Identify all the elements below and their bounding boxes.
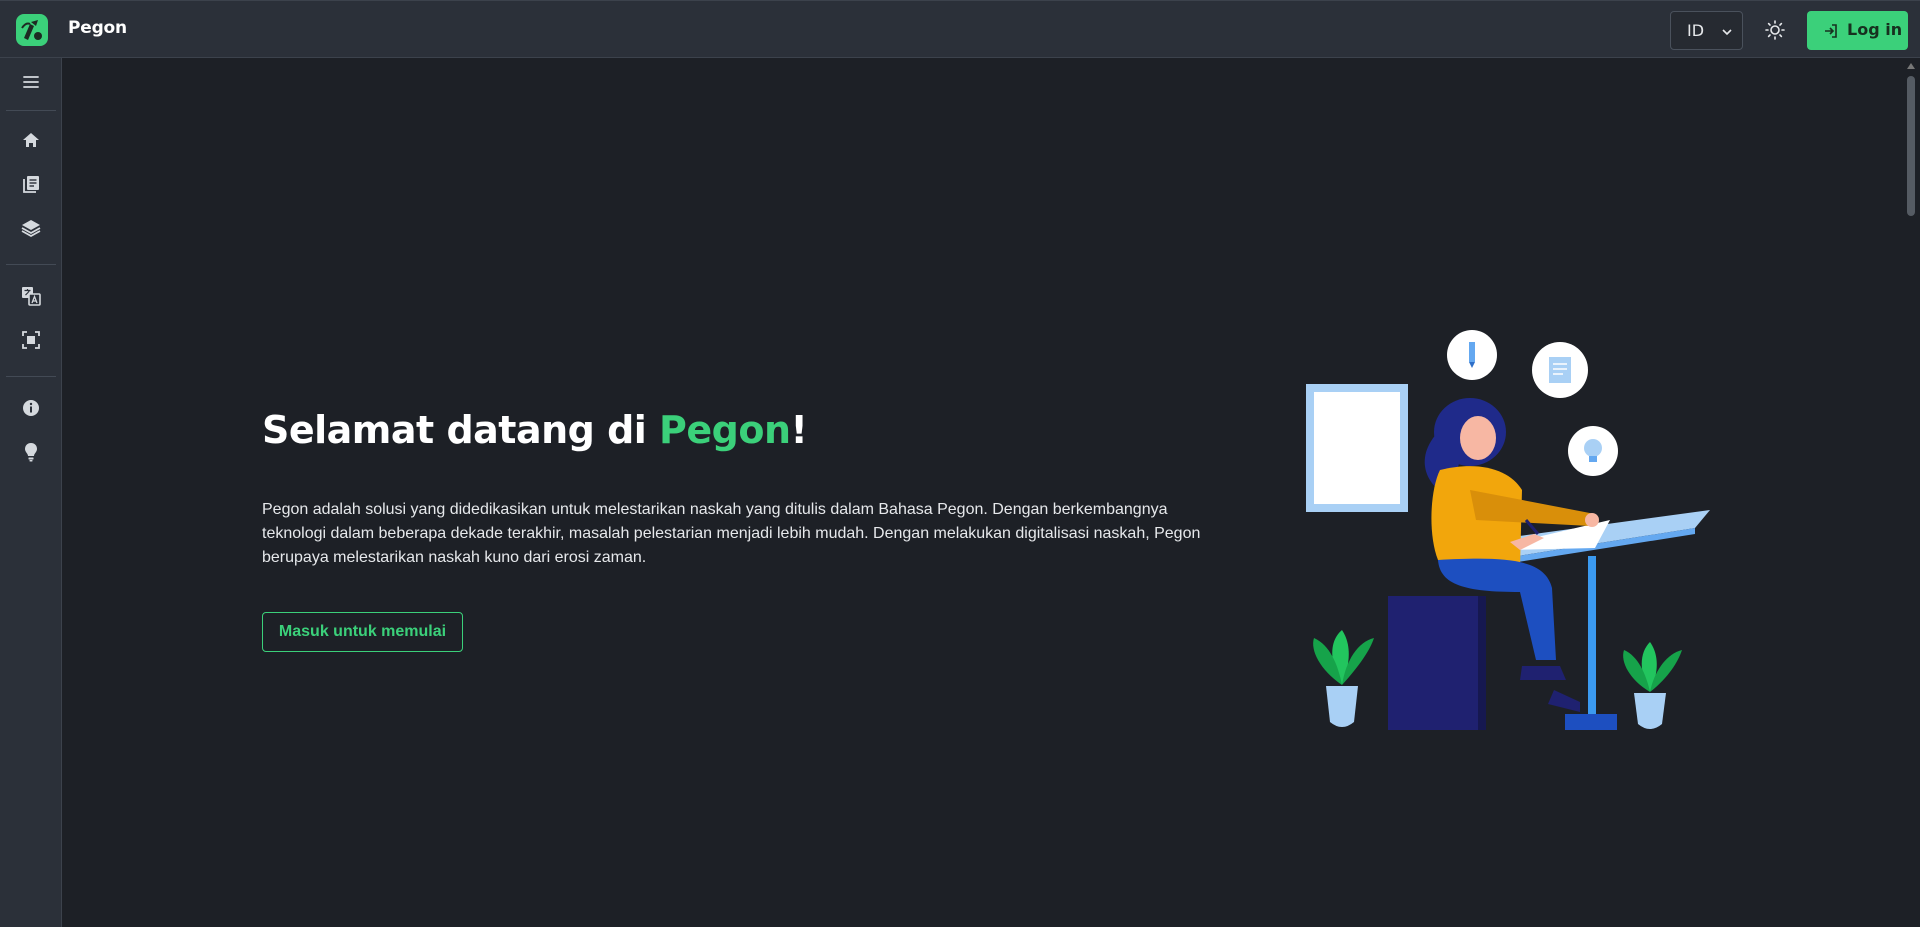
- info-icon: [23, 400, 39, 416]
- home-icon: [23, 133, 39, 147]
- chevron-down-icon: [1722, 29, 1732, 36]
- lightbulb-bubble-icon: [1568, 426, 1618, 476]
- sidebar-item-info[interactable]: [19, 396, 43, 420]
- picture-frame: [1306, 384, 1408, 512]
- login-label: Log in: [1847, 20, 1903, 39]
- sun-icon: [1765, 20, 1785, 40]
- menu-icon: [23, 76, 39, 88]
- title-suffix: !: [790, 408, 808, 452]
- sidebar-item-scan[interactable]: [19, 328, 43, 352]
- sidebar-item-layers[interactable]: [19, 216, 43, 240]
- sidebar-divider: [6, 376, 56, 377]
- title-prefix: Selamat datang di: [262, 408, 660, 452]
- page-scrollbar[interactable]: [1902, 58, 1920, 927]
- lightbulb-icon: [25, 443, 37, 462]
- brand-name[interactable]: Pegon: [68, 18, 127, 38]
- title-accent: Pegon: [659, 408, 791, 452]
- scrollbar-thumb[interactable]: [1907, 76, 1915, 216]
- scan-icon: [22, 331, 40, 349]
- left-plant: [1313, 630, 1374, 727]
- sidebar: [0, 58, 62, 927]
- writer-illustration: [1306, 330, 1710, 730]
- hero-description: Pegon adalah solusi yang didedikasikan u…: [262, 501, 1201, 566]
- translate-icon: [22, 287, 41, 306]
- language-value: ID: [1687, 21, 1705, 40]
- sidebar-item-translate[interactable]: [19, 284, 43, 308]
- scroll-up-arrow-icon[interactable]: [1907, 63, 1915, 69]
- menu-toggle-button[interactable]: [19, 70, 43, 94]
- login-button[interactable]: Log in: [1807, 11, 1908, 50]
- document-bubble-icon: [1532, 342, 1588, 398]
- page-title: Selamat datang di Pegon!: [262, 408, 808, 452]
- top-bar: Pegon ID Log in: [0, 0, 1920, 58]
- login-to-start-button[interactable]: Masuk untuk memulai: [262, 612, 463, 652]
- login-icon: [1825, 24, 1837, 38]
- sidebar-divider: [6, 264, 56, 265]
- theme-toggle-button[interactable]: [1763, 18, 1787, 42]
- right-plant: [1623, 642, 1682, 729]
- sidebar-item-home[interactable]: [19, 128, 43, 152]
- layers-icon: [21, 220, 41, 238]
- sidebar-divider: [6, 110, 56, 111]
- language-select[interactable]: ID: [1670, 11, 1743, 50]
- pegon-logo-icon[interactable]: [16, 14, 48, 46]
- sidebar-item-tips[interactable]: [19, 440, 43, 464]
- sidebar-item-library[interactable]: [19, 172, 43, 196]
- library-icon: [23, 176, 39, 193]
- pencil-bubble-icon: [1447, 330, 1497, 380]
